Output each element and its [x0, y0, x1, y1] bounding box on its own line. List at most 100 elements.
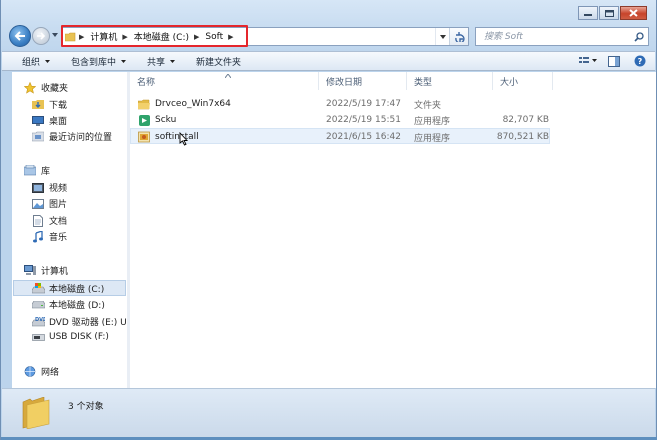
column-header-modified[interactable]: 修改日期 — [319, 72, 407, 90]
folder-large-icon — [22, 397, 50, 429]
scku-app-icon — [138, 114, 150, 126]
file-modified: 2022/5/19 17:47 — [326, 99, 401, 109]
file-name-cell: Scku — [138, 112, 176, 128]
search-box[interactable] — [475, 27, 649, 46]
download-folder-icon — [31, 99, 45, 111]
usb-drive-icon — [31, 331, 45, 343]
nav-libraries-label: 库 — [41, 167, 51, 177]
nav-item-desktop[interactable]: 桌面 — [31, 114, 67, 127]
drive-icon — [31, 299, 45, 311]
minimize-icon — [584, 14, 592, 16]
nav-item-label: 图片 — [49, 200, 68, 210]
close-button[interactable] — [620, 6, 647, 20]
system-drive-icon — [31, 283, 45, 295]
favorites-star-icon — [23, 81, 37, 94]
nav-item-label: 音乐 — [49, 233, 68, 243]
search-input[interactable] — [482, 30, 626, 43]
explorer-window: ▶ 计算机▶ 本地磁盘 (C:)▶ Soft▶ 组织 包含到库中 共享 — [0, 0, 657, 440]
nav-item-label: 本地磁盘 (C:) — [49, 285, 105, 295]
recent-places-icon — [31, 131, 45, 143]
file-modified: 2021/6/15 16:42 — [326, 132, 401, 142]
caption-buttons — [578, 6, 647, 20]
minimize-button[interactable] — [578, 6, 598, 20]
back-arrow-icon — [14, 31, 25, 41]
close-icon — [629, 9, 638, 17]
nav-item-label: 视频 — [49, 184, 68, 194]
preview-pane-button[interactable] — [605, 53, 623, 69]
nav-item-label: 桌面 — [49, 117, 68, 127]
help-button[interactable]: ? — [631, 53, 649, 69]
address-highlight-box — [61, 25, 248, 47]
nav-item-local-disk-c[interactable]: 本地磁盘 (C:) — [31, 282, 104, 295]
view-options-icon — [579, 57, 597, 63]
file-type: 文件夹 — [414, 100, 442, 111]
nav-network[interactable]: 网络 — [23, 365, 59, 378]
music-library-icon — [31, 230, 45, 243]
folder-icon — [138, 98, 150, 110]
file-size — [495, 96, 549, 112]
nav-item-label: 下载 — [49, 101, 68, 111]
refresh-button[interactable] — [449, 28, 468, 45]
navigation-pane: 收藏夹 下载 桌面 最近访问的位置 库 视频 图片 文档 音乐 计算机 本地磁盘… — [12, 72, 127, 388]
forward-button[interactable] — [32, 27, 50, 45]
nav-libraries[interactable]: 库 — [23, 164, 50, 177]
recent-pages-dropdown-icon[interactable] — [52, 33, 58, 37]
maximize-button[interactable] — [599, 6, 619, 20]
nav-item-local-disk-d[interactable]: 本地磁盘 (D:) — [31, 298, 105, 311]
include-in-library-button[interactable]: 包含到库中 — [71, 55, 127, 68]
nav-item-pictures[interactable]: 图片 — [31, 197, 67, 210]
file-name: softinstall — [155, 132, 199, 142]
address-history-dropdown[interactable] — [435, 28, 449, 45]
file-row-softinstall[interactable]: softinstall 2021/6/15 16:42 应用程序 870,521… — [130, 128, 550, 144]
chevron-down-icon — [439, 34, 446, 39]
column-header-type[interactable]: 类型 — [407, 72, 493, 90]
nav-item-documents[interactable]: 文档 — [31, 214, 67, 227]
nav-favorites-label: 收藏夹 — [41, 84, 69, 94]
nav-item-downloads[interactable]: 下载 — [31, 98, 67, 111]
file-size: 82,707 KB — [502, 115, 549, 125]
nav-computer-label: 计算机 — [41, 267, 69, 277]
nav-item-label: 文档 — [49, 217, 68, 227]
network-icon — [23, 366, 37, 378]
nav-favorites[interactable]: 收藏夹 — [23, 81, 68, 94]
forward-arrow-icon — [37, 32, 46, 40]
change-view-button[interactable] — [579, 53, 597, 69]
nav-item-label: 最近访问的位置 — [49, 133, 113, 143]
nav-item-usb-disk[interactable]: USB DISK (F:) — [31, 331, 109, 343]
nav-item-music[interactable]: 音乐 — [31, 230, 67, 243]
column-header-name[interactable]: 名称 — [130, 72, 319, 90]
documents-library-icon — [31, 214, 45, 227]
column-header-row: 名称 修改日期 类型 大小 — [130, 72, 656, 90]
file-name-cell: Drvceo_Win7x64 — [138, 96, 231, 112]
svg-text:DVD: DVD — [35, 317, 45, 323]
svg-text:?: ? — [638, 57, 643, 66]
nav-item-recent-places[interactable]: 最近访问的位置 — [31, 130, 112, 143]
nav-network-label: 网络 — [41, 368, 60, 378]
search-icon[interactable] — [634, 31, 644, 42]
file-row-scku[interactable]: Scku 2022/5/19 15:51 应用程序 82,707 KB — [130, 112, 550, 128]
video-library-icon — [31, 182, 45, 194]
desktop-icon — [31, 115, 45, 127]
computer-icon — [23, 265, 37, 277]
file-row-drvceo[interactable]: Drvceo_Win7x64 2022/5/19 17:47 文件夹 — [130, 96, 550, 112]
nav-item-label: DVD 驱动器 (E:) Us — [49, 318, 127, 328]
back-button[interactable] — [9, 25, 31, 47]
file-modified: 2022/5/19 15:51 — [326, 115, 401, 125]
nav-item-dvd-drive[interactable]: DVD DVD 驱动器 (E:) Us — [31, 315, 127, 328]
column-header-size[interactable]: 大小 — [493, 72, 553, 90]
nav-computer[interactable]: 计算机 — [23, 264, 68, 277]
preview-pane-icon — [608, 55, 620, 67]
installer-app-icon — [138, 131, 150, 143]
organize-menu-button[interactable]: 组织 — [22, 55, 51, 68]
new-folder-button[interactable]: 新建文件夹 — [196, 55, 241, 68]
command-bar: 组织 包含到库中 共享 新建文件夹 ? — [2, 51, 655, 71]
chevron-down-icon — [45, 59, 51, 63]
file-name: Scku — [155, 115, 177, 125]
maximize-icon — [604, 9, 614, 17]
item-count: 3 个对象 — [68, 402, 104, 412]
pictures-library-icon — [31, 198, 45, 210]
nav-item-videos[interactable]: 视频 — [31, 181, 67, 194]
mouse-cursor-icon — [179, 132, 189, 146]
file-size: 870,521 KB — [496, 132, 549, 142]
share-button[interactable]: 共享 — [147, 55, 176, 68]
